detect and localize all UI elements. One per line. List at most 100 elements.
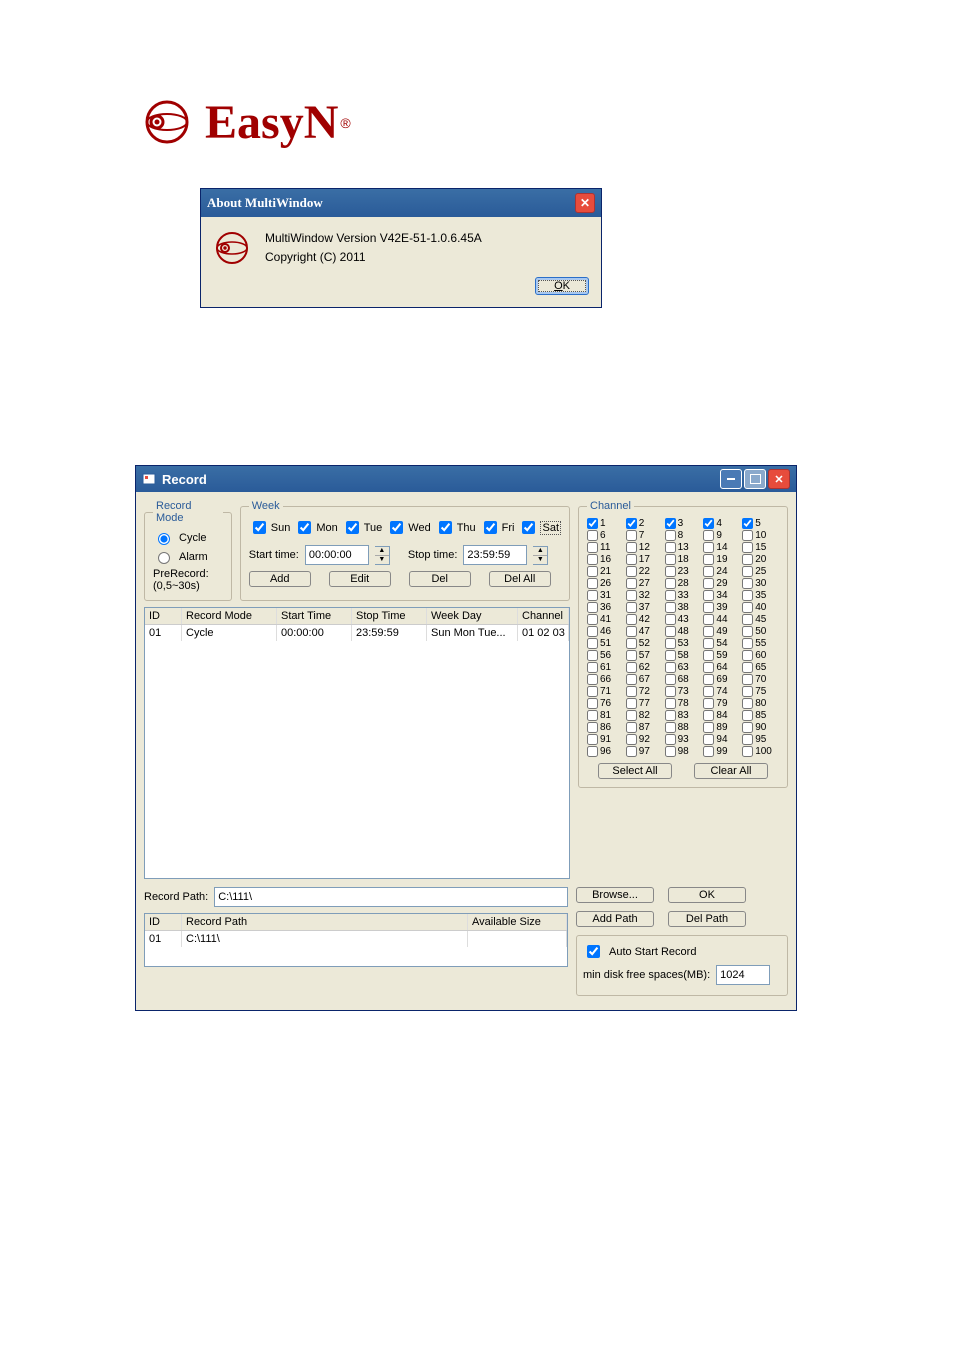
channel-checkbox-48[interactable]: 48 (665, 626, 702, 637)
channel-checkbox-55[interactable]: 55 (742, 638, 779, 649)
weekday-sat[interactable]: Sat (518, 518, 561, 537)
channel-checkbox-4[interactable]: 4 (703, 518, 740, 529)
channel-checkbox-88[interactable]: 88 (665, 722, 702, 733)
channel-checkbox-90[interactable]: 90 (742, 722, 779, 733)
stop-time-spinner[interactable]: ▲▼ (533, 546, 548, 565)
channel-checkbox-17[interactable]: 17 (626, 554, 663, 565)
channel-checkbox-54[interactable]: 54 (703, 638, 740, 649)
channel-checkbox-87[interactable]: 87 (626, 722, 663, 733)
schedule-row[interactable]: 01 Cycle 00:00:00 23:59:59 Sun Mon Tue..… (145, 625, 569, 641)
channel-checkbox-77[interactable]: 77 (626, 698, 663, 709)
path-ok-button[interactable]: OK (668, 887, 746, 903)
channel-checkbox-84[interactable]: 84 (703, 710, 740, 721)
channel-checkbox-11[interactable]: 11 (587, 542, 624, 553)
channel-checkbox-50[interactable]: 50 (742, 626, 779, 637)
channel-checkbox-99[interactable]: 99 (703, 746, 740, 757)
channel-checkbox-83[interactable]: 83 (665, 710, 702, 721)
channel-checkbox-13[interactable]: 13 (665, 542, 702, 553)
min-space-input[interactable] (716, 965, 770, 985)
channel-checkbox-62[interactable]: 62 (626, 662, 663, 673)
clear-all-button[interactable]: Clear All (694, 763, 768, 779)
channel-checkbox-33[interactable]: 33 (665, 590, 702, 601)
channel-checkbox-60[interactable]: 60 (742, 650, 779, 661)
channel-checkbox-65[interactable]: 65 (742, 662, 779, 673)
auto-start-checkbox[interactable]: Auto Start Record (583, 942, 781, 961)
channel-checkbox-53[interactable]: 53 (665, 638, 702, 649)
channel-checkbox-85[interactable]: 85 (742, 710, 779, 721)
channel-checkbox-96[interactable]: 96 (587, 746, 624, 757)
channel-checkbox-15[interactable]: 15 (742, 542, 779, 553)
channel-checkbox-74[interactable]: 74 (703, 686, 740, 697)
channel-checkbox-29[interactable]: 29 (703, 578, 740, 589)
channel-checkbox-64[interactable]: 64 (703, 662, 740, 673)
channel-checkbox-69[interactable]: 69 (703, 674, 740, 685)
channel-checkbox-67[interactable]: 67 (626, 674, 663, 685)
channel-checkbox-86[interactable]: 86 (587, 722, 624, 733)
channel-checkbox-19[interactable]: 19 (703, 554, 740, 565)
channel-checkbox-18[interactable]: 18 (665, 554, 702, 565)
channel-checkbox-14[interactable]: 14 (703, 542, 740, 553)
channel-checkbox-49[interactable]: 49 (703, 626, 740, 637)
channel-checkbox-47[interactable]: 47 (626, 626, 663, 637)
channel-checkbox-23[interactable]: 23 (665, 566, 702, 577)
channel-checkbox-97[interactable]: 97 (626, 746, 663, 757)
weekday-wed[interactable]: Wed (386, 518, 430, 537)
channel-checkbox-35[interactable]: 35 (742, 590, 779, 601)
start-time-input[interactable] (305, 545, 369, 565)
channel-checkbox-59[interactable]: 59 (703, 650, 740, 661)
path-list[interactable]: ID Record Path Available Size 01 C:\111\ (144, 913, 568, 967)
add-path-button[interactable]: Add Path (576, 911, 654, 927)
channel-checkbox-92[interactable]: 92 (626, 734, 663, 745)
select-all-button[interactable]: Select All (598, 763, 672, 779)
channel-checkbox-26[interactable]: 26 (587, 578, 624, 589)
minimize-button[interactable] (720, 469, 742, 489)
channel-checkbox-25[interactable]: 25 (742, 566, 779, 577)
channel-checkbox-93[interactable]: 93 (665, 734, 702, 745)
channel-checkbox-2[interactable]: 2 (626, 518, 663, 529)
channel-checkbox-52[interactable]: 52 (626, 638, 663, 649)
channel-checkbox-72[interactable]: 72 (626, 686, 663, 697)
channel-checkbox-7[interactable]: 7 (626, 530, 663, 541)
channel-checkbox-42[interactable]: 42 (626, 614, 663, 625)
del-all-button[interactable]: Del All (489, 571, 551, 587)
channel-checkbox-36[interactable]: 36 (587, 602, 624, 613)
channel-checkbox-79[interactable]: 79 (703, 698, 740, 709)
weekday-thu[interactable]: Thu (435, 518, 476, 537)
stop-time-input[interactable] (463, 545, 527, 565)
channel-checkbox-12[interactable]: 12 (626, 542, 663, 553)
record-close-button[interactable] (768, 469, 790, 489)
channel-checkbox-81[interactable]: 81 (587, 710, 624, 721)
channel-checkbox-51[interactable]: 51 (587, 638, 624, 649)
channel-checkbox-10[interactable]: 10 (742, 530, 779, 541)
del-button[interactable]: Del (409, 571, 471, 587)
channel-checkbox-6[interactable]: 6 (587, 530, 624, 541)
weekday-fri[interactable]: Fri (480, 518, 515, 537)
maximize-button[interactable] (744, 469, 766, 489)
del-path-button[interactable]: Del Path (668, 911, 746, 927)
weekday-sun[interactable]: Sun (249, 518, 291, 537)
channel-checkbox-57[interactable]: 57 (626, 650, 663, 661)
channel-checkbox-82[interactable]: 82 (626, 710, 663, 721)
channel-checkbox-5[interactable]: 5 (742, 518, 779, 529)
channel-checkbox-32[interactable]: 32 (626, 590, 663, 601)
record-titlebar[interactable]: Record (136, 466, 796, 492)
channel-checkbox-75[interactable]: 75 (742, 686, 779, 697)
channel-checkbox-38[interactable]: 38 (665, 602, 702, 613)
channel-checkbox-46[interactable]: 46 (587, 626, 624, 637)
channel-checkbox-43[interactable]: 43 (665, 614, 702, 625)
channel-checkbox-63[interactable]: 63 (665, 662, 702, 673)
weekday-mon[interactable]: Mon (294, 518, 337, 537)
channel-checkbox-41[interactable]: 41 (587, 614, 624, 625)
weekday-tue[interactable]: Tue (342, 518, 383, 537)
channel-checkbox-24[interactable]: 24 (703, 566, 740, 577)
channel-checkbox-98[interactable]: 98 (665, 746, 702, 757)
about-ok-button[interactable]: OK (535, 277, 589, 295)
channel-checkbox-58[interactable]: 58 (665, 650, 702, 661)
channel-checkbox-61[interactable]: 61 (587, 662, 624, 673)
channel-checkbox-31[interactable]: 31 (587, 590, 624, 601)
channel-checkbox-44[interactable]: 44 (703, 614, 740, 625)
channel-checkbox-9[interactable]: 9 (703, 530, 740, 541)
channel-checkbox-94[interactable]: 94 (703, 734, 740, 745)
about-titlebar[interactable]: About MultiWindow ✕ (201, 189, 601, 217)
channel-checkbox-27[interactable]: 27 (626, 578, 663, 589)
